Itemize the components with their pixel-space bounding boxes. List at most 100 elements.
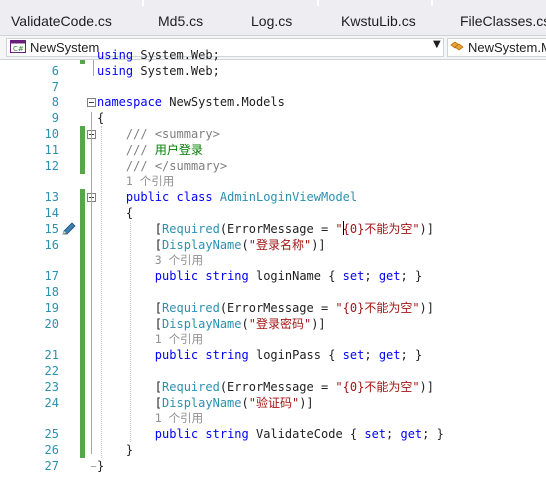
code-text: /// </summary> — [125, 158, 228, 173]
document-tab-bar: ValidateCode.cs Md5.cs Log.cs KwstuLib.c… — [0, 0, 546, 35]
codelens-reference[interactable]: 1 个引用 — [97, 173, 174, 189]
indent-guide — [130, 220, 131, 442]
line-number: 18 — [44, 285, 59, 299]
change-indicator — [80, 394, 85, 411]
line-number: 26 — [44, 443, 59, 457]
line-number: 12 — [44, 158, 59, 173]
reference-count-line: 1 个引用 — [0, 331, 546, 348]
line-number: 19 — [44, 300, 59, 315]
code-text: [Required(ErrorMessage = "{0}不能为空")] — [97, 379, 434, 394]
code-text: public string ValidateCode { set; get; } — [154, 427, 444, 442]
code-text: [Required(ErrorMessage = "{0}不能为空")] — [97, 300, 434, 315]
change-indicator — [80, 157, 85, 174]
code-line: 19 [Required(ErrorMessage = "{0}不能为空")] — [0, 299, 546, 316]
codelens-reference[interactable]: 3 个引用 — [97, 252, 203, 268]
line-number: 20 — [44, 316, 59, 331]
code-text: public string loginName { set; get; } — [154, 269, 423, 284]
line-number: 27 — [44, 458, 59, 473]
text-caret — [343, 221, 344, 235]
code-line: 12 /// </summary> — [0, 157, 546, 174]
code-text: } — [97, 443, 134, 457]
code-text: /// 用户登录 — [125, 142, 203, 157]
code-text: } — [97, 458, 105, 473]
tab-separator — [317, 0, 319, 6]
code-editor[interactable]: using System.Web; 6 using System.Web; 7 8 nam… — [0, 48, 546, 497]
code-line: 11 /// 用户登录 — [0, 141, 546, 158]
line-number: 11 — [44, 142, 59, 157]
line-number: 6 — [51, 63, 59, 78]
line-number: 8 — [51, 95, 59, 110]
change-indicator — [80, 252, 85, 269]
codelens-reference[interactable]: 1 个引用 — [97, 410, 203, 426]
change-indicator — [80, 410, 85, 427]
change-indicator — [80, 331, 85, 348]
outline-line — [91, 112, 92, 454]
line-number: 7 — [51, 79, 59, 94]
change-indicator — [80, 126, 85, 142]
code-text: public class AdminLoginViewModel — [125, 190, 358, 205]
line-number: 15 — [44, 221, 59, 236]
tab-fileclasses[interactable]: FileClasses.cs — [460, 8, 546, 35]
change-indicator — [80, 236, 85, 253]
code-line: 7 — [0, 79, 546, 95]
code-line: 16 [DisplayName("登录名称")] — [0, 236, 546, 253]
code-text: using System.Web; — [97, 63, 220, 78]
indent-guide — [101, 126, 102, 458]
code-text: public string loginPass { set; get; } — [154, 348, 423, 363]
code-line: 20 [DisplayName("登录密码")] — [0, 315, 546, 332]
change-indicator — [80, 426, 85, 443]
code-text: [DisplayName("登录密码")] — [97, 316, 326, 331]
collapse-icon[interactable] — [87, 98, 96, 108]
code-line: 26 } — [0, 442, 546, 458]
change-indicator — [80, 378, 85, 395]
code-line: 24 [DisplayName("验证码")] — [0, 394, 546, 411]
tab-separator — [142, 0, 144, 6]
code-text: /// <summary> — [125, 127, 220, 141]
change-indicator — [80, 347, 85, 364]
tab-separator — [431, 0, 433, 6]
tab-validatecode[interactable]: ValidateCode.cs — [11, 8, 112, 35]
quick-action-pen-icon[interactable] — [61, 221, 77, 235]
code-text: [Required(ErrorMessage = "{0}不能为空")] — [97, 221, 434, 236]
change-indicator — [80, 299, 85, 316]
line-number: 10 — [44, 127, 59, 141]
change-indicator — [80, 442, 85, 458]
code-line: 25 public string ValidateCode { set; get… — [0, 426, 546, 443]
line-number: 9 — [51, 111, 59, 126]
tab-md5[interactable]: Md5.cs — [158, 8, 203, 35]
change-indicator — [80, 268, 85, 285]
code-text: { — [97, 206, 134, 220]
reference-count-line: 1 个引用 — [0, 173, 546, 189]
line-number: 21 — [44, 348, 59, 363]
code-line: 13 public class AdminLoginViewModel — [0, 189, 546, 206]
code-line: 14 { — [0, 205, 546, 221]
change-indicator — [80, 205, 85, 221]
tab-log[interactable]: Log.cs — [251, 8, 292, 35]
change-indicator — [80, 284, 85, 300]
line-number: 24 — [44, 395, 59, 410]
change-indicator — [80, 141, 85, 158]
code-line: 18 — [0, 284, 546, 300]
line-number: 25 — [44, 427, 59, 442]
outline-line — [93, 60, 94, 76]
codelens-reference[interactable]: 1 个引用 — [97, 331, 203, 347]
outline-end — [91, 465, 96, 467]
code-line: 21 public string loginPass { set; get; } — [0, 347, 546, 364]
line-number: 17 — [44, 269, 59, 284]
change-indicator — [80, 363, 85, 379]
code-text: { — [97, 111, 105, 126]
code-text: [DisplayName("登录名称")] — [97, 237, 326, 252]
code-line: 8 namespace NewSystem.Models — [0, 94, 546, 110]
change-indicator — [80, 60, 85, 64]
reference-count-line: 1 个引用 — [0, 410, 546, 427]
change-indicator — [80, 315, 85, 332]
line-number: 16 — [44, 237, 59, 252]
tab-kwstulib[interactable]: KwstuLib.cs — [341, 8, 416, 35]
code-line: 17 public string loginName { set; get; } — [0, 268, 546, 285]
code-text: namespace NewSystem.Models — [97, 95, 285, 110]
line-number: 14 — [44, 206, 59, 220]
code-line: 27} — [0, 458, 546, 474]
reference-count-line: 3 个引用 — [0, 252, 546, 269]
code-line: 23 [Required(ErrorMessage = "{0}不能为空")] — [0, 378, 546, 395]
line-number: 13 — [44, 190, 59, 205]
